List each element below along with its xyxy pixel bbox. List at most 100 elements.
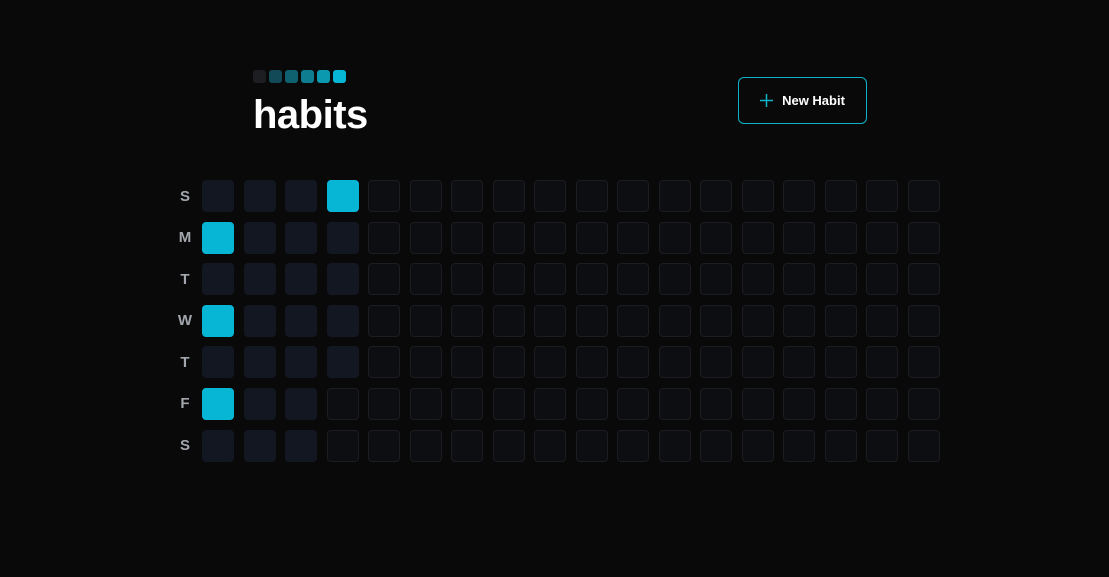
day-cell-future[interactable] [617,221,649,254]
day-cell-future[interactable] [783,263,815,296]
day-cell-future[interactable] [451,263,483,296]
day-cell-future[interactable] [326,387,359,420]
day-cell-past[interactable] [326,304,359,337]
day-cell-future[interactable] [783,221,815,254]
day-cell-done[interactable] [326,180,359,212]
day-cell-future[interactable] [575,304,608,337]
day-cell-past[interactable] [243,346,276,379]
day-cell-past[interactable] [285,387,317,420]
day-cell-future[interactable] [824,346,857,379]
day-cell-past[interactable] [326,346,359,379]
day-cell-past[interactable] [326,263,359,296]
day-cell-past[interactable] [243,221,276,254]
day-cell-past[interactable] [285,304,317,337]
day-cell-future[interactable] [492,429,525,462]
day-cell-future[interactable] [534,221,566,254]
day-cell-future[interactable] [658,180,691,212]
day-cell-future[interactable] [700,387,732,420]
day-cell-future[interactable] [824,304,857,337]
day-cell-future[interactable] [617,387,649,420]
day-cell-future[interactable] [617,263,649,296]
day-cell-future[interactable] [617,429,649,462]
day-cell-past[interactable] [202,263,234,296]
day-cell-future[interactable] [575,387,608,420]
day-cell-future[interactable] [575,346,608,379]
day-cell-past[interactable] [285,263,317,296]
day-cell-future[interactable] [409,221,442,254]
day-cell-future[interactable] [492,263,525,296]
day-cell-future[interactable] [700,304,732,337]
day-cell-future[interactable] [866,221,898,254]
day-cell-future[interactable] [783,346,815,379]
day-cell-future[interactable] [658,263,691,296]
day-cell-future[interactable] [783,180,815,212]
day-cell-future[interactable] [534,429,566,462]
day-cell-past[interactable] [285,221,317,254]
day-cell-future[interactable] [866,263,898,296]
day-cell-future[interactable] [575,263,608,296]
day-cell-future[interactable] [409,387,442,420]
day-cell-past[interactable] [243,429,276,462]
day-cell-future[interactable] [451,346,483,379]
day-cell-future[interactable] [907,387,940,420]
day-cell-future[interactable] [368,304,400,337]
day-cell-future[interactable] [907,304,940,337]
day-cell-future[interactable] [907,346,940,379]
day-cell-future[interactable] [368,387,400,420]
day-cell-future[interactable] [824,180,857,212]
day-cell-future[interactable] [534,387,566,420]
day-cell-future[interactable] [409,263,442,296]
day-cell-future[interactable] [907,263,940,296]
day-cell-future[interactable] [700,429,732,462]
day-cell-future[interactable] [783,429,815,462]
day-cell-future[interactable] [866,304,898,337]
day-cell-future[interactable] [451,429,483,462]
day-cell-future[interactable] [741,429,774,462]
day-cell-future[interactable] [824,221,857,254]
day-cell-future[interactable] [368,429,400,462]
day-cell-future[interactable] [534,346,566,379]
day-cell-future[interactable] [368,346,400,379]
day-cell-past[interactable] [285,180,317,212]
day-cell-future[interactable] [575,180,608,212]
day-cell-future[interactable] [534,263,566,296]
day-cell-future[interactable] [866,346,898,379]
day-cell-future[interactable] [409,180,442,212]
day-cell-future[interactable] [617,346,649,379]
day-cell-future[interactable] [700,346,732,379]
day-cell-past[interactable] [285,429,317,462]
day-cell-future[interactable] [741,221,774,254]
day-cell-past[interactable] [243,180,276,212]
day-cell-future[interactable] [658,429,691,462]
day-cell-future[interactable] [534,304,566,337]
day-cell-future[interactable] [741,180,774,212]
day-cell-future[interactable] [658,221,691,254]
day-cell-done[interactable] [202,221,234,254]
day-cell-future[interactable] [451,221,483,254]
day-cell-future[interactable] [492,180,525,212]
day-cell-future[interactable] [575,429,608,462]
day-cell-future[interactable] [824,263,857,296]
day-cell-future[interactable] [824,429,857,462]
day-cell-future[interactable] [451,304,483,337]
day-cell-done[interactable] [202,387,234,420]
day-cell-future[interactable] [368,263,400,296]
day-cell-future[interactable] [866,387,898,420]
day-cell-future[interactable] [700,221,732,254]
day-cell-future[interactable] [700,180,732,212]
day-cell-future[interactable] [492,221,525,254]
day-cell-past[interactable] [285,346,317,379]
day-cell-future[interactable] [409,304,442,337]
day-cell-future[interactable] [534,180,566,212]
day-cell-future[interactable] [451,180,483,212]
day-cell-future[interactable] [700,263,732,296]
day-cell-future[interactable] [575,221,608,254]
day-cell-future[interactable] [368,180,400,212]
day-cell-future[interactable] [492,304,525,337]
day-cell-past[interactable] [202,346,234,379]
day-cell-future[interactable] [783,387,815,420]
day-cell-future[interactable] [741,387,774,420]
day-cell-future[interactable] [492,346,525,379]
day-cell-past[interactable] [243,304,276,337]
day-cell-future[interactable] [907,221,940,254]
